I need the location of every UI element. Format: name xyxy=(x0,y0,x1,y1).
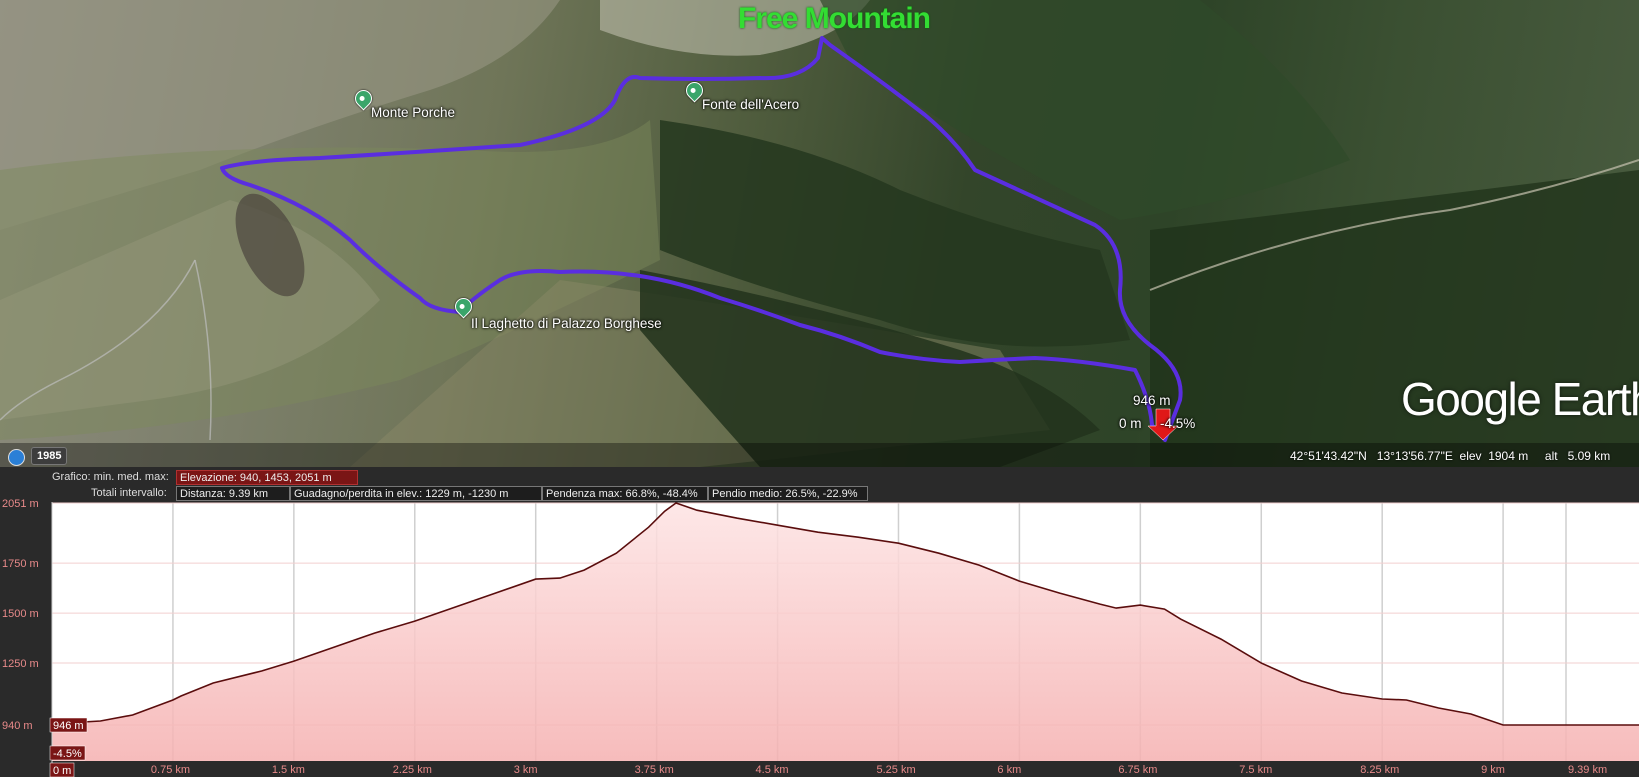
cursor-slope-label: -4.5% xyxy=(1160,416,1196,431)
cursor-slope-box: -4.5% xyxy=(53,748,82,760)
y-tick-label: 1250 m xyxy=(2,658,39,670)
cursor-elev-box: 946 m xyxy=(53,720,84,732)
coordinates-status-bar: 42°51'43.42"N 13°13'56.77"E elev 1904 m … xyxy=(1290,449,1610,463)
latitude: 42°51'43.42"N xyxy=(1290,449,1367,463)
x-axis-labels: 0.75 km 1.5 km 2.25 km 3 km 3.75 km 4.5 km 5.2… xyxy=(151,764,1607,776)
poi-label-laghetto[interactable]: Il Laghetto di Palazzo Borghese xyxy=(471,316,662,331)
longitude: 13°13'56.77"E xyxy=(1376,449,1453,463)
elevation-chart[interactable]: 2051 m 1750 m 1500 m 1250 m 940 m 0.75 km 1.5… xyxy=(0,467,1639,777)
y-tick-label: 2051 m xyxy=(2,498,39,510)
x-tick-label: 2.25 km xyxy=(393,764,432,776)
imagery-year-badge[interactable]: 1985 xyxy=(31,447,68,465)
x-tick-label: 9 km xyxy=(1481,764,1505,776)
y-axis-labels: 2051 m 1750 m 1500 m 1250 m 940 m xyxy=(2,498,39,732)
alt-label: alt xyxy=(1544,449,1558,463)
x-tick-label: 6 km xyxy=(997,764,1021,776)
historical-imagery-icon[interactable] xyxy=(8,449,25,466)
x-tick-label: 7.5 km xyxy=(1239,764,1272,776)
elevation-value: 1904 m xyxy=(1488,449,1529,463)
x-tick-label: 4.5 km xyxy=(756,764,789,776)
poi-label-fonte-acero[interactable]: Fonte dell'Acero xyxy=(702,97,799,112)
terrain-imagery xyxy=(0,0,1639,467)
x-tick-label: 9.39 km xyxy=(1568,764,1607,776)
cursor-dist-box: 0 m xyxy=(53,765,71,777)
x-tick-label: 6.75 km xyxy=(1118,764,1157,776)
x-tick-label: 5.25 km xyxy=(876,764,915,776)
x-tick-label: 3 km xyxy=(514,764,538,776)
y-tick-label: 940 m xyxy=(2,720,33,732)
x-tick-label: 3.75 km xyxy=(635,764,674,776)
elevation-profile-panel: Grafico: min. med. max: Elevazione: 940,… xyxy=(0,467,1639,777)
altitude-value: 5.09 km xyxy=(1567,449,1611,463)
map-view[interactable]: Free Mountain Monte Porche Fonte dell'Ac… xyxy=(0,0,1639,467)
watermark-text: Free Mountain xyxy=(738,2,931,35)
google-earth-logo: Google Earth xyxy=(1401,373,1639,425)
y-tick-label: 1750 m xyxy=(2,558,39,570)
cursor-elevation-label: 946 m xyxy=(1133,393,1171,408)
x-tick-label: 0.75 km xyxy=(151,764,190,776)
cursor-distance-label: 0 m xyxy=(1119,416,1142,431)
x-tick-label: 8.25 km xyxy=(1360,764,1399,776)
x-tick-label: 1.5 km xyxy=(272,764,305,776)
elev-label: elev xyxy=(1459,449,1482,463)
poi-label-monte-porche[interactable]: Monte Porche xyxy=(371,105,455,120)
cursor-readout: 946 m -4.5% 0 m xyxy=(49,717,88,777)
y-tick-label: 1500 m xyxy=(2,608,39,620)
